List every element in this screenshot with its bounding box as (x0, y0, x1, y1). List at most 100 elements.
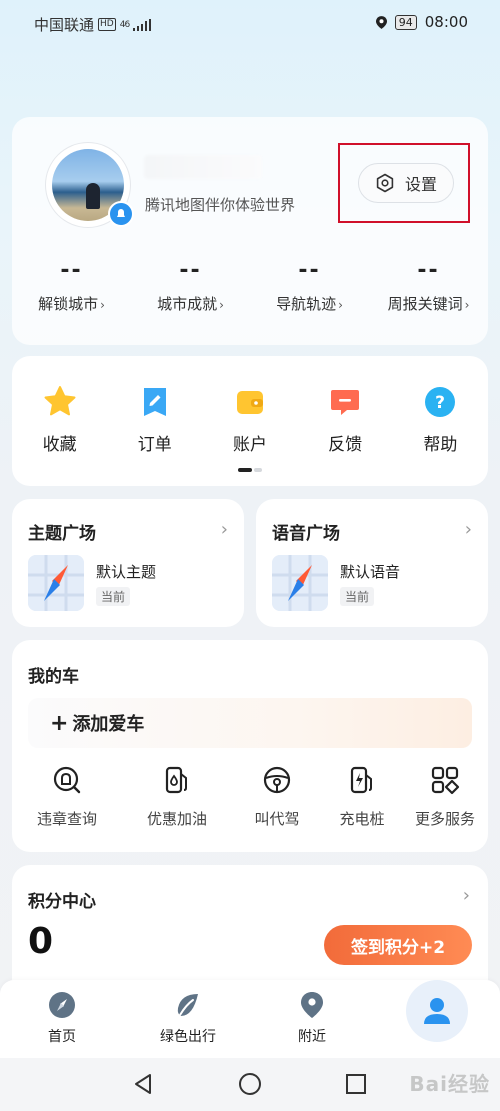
tab-home[interactable]: 首页 (12, 990, 112, 1046)
theme-square-card[interactable]: 主题广场 › 默认主题 当前 (12, 499, 244, 627)
carrier-name: 中国联通 (34, 16, 95, 34)
system-navigation-bar: Bai经验 (0, 1058, 500, 1111)
tab-green-travel[interactable]: 绿色出行 (138, 990, 238, 1046)
stat-label: 导航轨迹 (276, 295, 337, 313)
quick-action-label: 订单 (137, 435, 172, 455)
violation-icon (53, 766, 81, 794)
tab-nearby[interactable]: 附近 (262, 990, 362, 1046)
stat-value: -- (298, 258, 321, 283)
quick-action-feedback[interactable]: 反馈 (298, 384, 393, 455)
battery-indicator: 94 (394, 14, 417, 30)
quick-action-label: 收藏 (42, 435, 77, 455)
leaf-icon (177, 994, 198, 1016)
chevron-right-icon: › (338, 298, 343, 312)
stat-value: -- (60, 258, 83, 283)
home-circle-icon[interactable] (238, 1072, 262, 1096)
current-tag: 当前 (96, 587, 131, 606)
fuel-icon (165, 766, 187, 794)
profile-slogan: 腾讯地图伴你体验世界 (145, 196, 296, 214)
add-car-label: 添加爱车 (72, 714, 145, 735)
svg-text:?: ? (435, 393, 445, 413)
location-status-icon (375, 15, 387, 29)
hd-badge: HD (98, 18, 116, 31)
star-icon (44, 386, 76, 416)
feedback-icon (331, 390, 360, 415)
compass-map-icon (28, 555, 84, 611)
tab-label: 附近 (298, 1029, 326, 1045)
theme-current-name: 默认主题 (96, 563, 157, 581)
stat-weekly-keywords[interactable]: -- 周报关键词 › (369, 255, 488, 314)
user-profile-icon (424, 998, 450, 1024)
recent-apps-square-icon[interactable] (344, 1072, 368, 1096)
clock: 08:00 (424, 13, 468, 31)
quick-actions-card: 收藏 订单 账户 反馈 ? 帮助 (12, 356, 488, 486)
chevron-right-icon: › (220, 519, 228, 540)
service-designated-driver[interactable]: 叫代驾 (232, 764, 322, 829)
plus-icon: + (50, 710, 69, 736)
help-icon: ? (425, 387, 456, 417)
stat-value: -- (417, 258, 440, 283)
voice-thumbnail (272, 555, 328, 611)
stat-nav-tracks[interactable]: -- 导航轨迹 › (250, 255, 369, 314)
points-title: 积分中心 (28, 892, 96, 912)
page-dot (254, 468, 262, 472)
location-pin-icon (301, 992, 323, 1018)
points-value: 0 (28, 921, 54, 962)
stat-unlocked-cities[interactable]: -- 解锁城市 › (12, 255, 131, 314)
compass-map-icon (272, 555, 328, 611)
service-charging[interactable]: 充电桩 (322, 764, 402, 829)
steering-wheel-icon (263, 766, 291, 794)
voice-square-card[interactable]: 语音广场 › 默认语音 当前 (256, 499, 488, 627)
back-triangle-icon[interactable] (131, 1072, 155, 1096)
username-blurred (144, 155, 262, 179)
tab-label: 首页 (48, 1029, 76, 1045)
page-indicator (238, 468, 262, 472)
stat-label: 周报关键词 (387, 295, 463, 313)
stat-city-achievements[interactable]: -- 城市成就 › (131, 255, 250, 314)
tab-me[interactable] (406, 980, 468, 1042)
chevron-right-icon: › (219, 298, 224, 312)
voice-square-title: 语音广场 (272, 524, 340, 544)
chevron-right-icon: › (464, 298, 470, 312)
service-more[interactable]: 更多服务 (402, 764, 488, 829)
quick-action-label: 账户 (232, 435, 267, 455)
settings-button[interactable]: 设置 (358, 163, 454, 203)
quick-action-label: 反馈 (328, 435, 363, 455)
add-car-button[interactable]: + 添加爱车 (28, 698, 472, 748)
chevron-right-icon: › (462, 885, 470, 906)
stat-label: 解锁城市 (38, 295, 99, 313)
charging-icon (350, 766, 372, 794)
service-label: 违章查询 (36, 810, 97, 828)
signin-points-button[interactable]: 签到积分+2 (324, 925, 472, 965)
watermark: Bai经验 (409, 1072, 490, 1096)
profile-card: 腾讯地图伴你体验世界 设置 -- 解锁城市 › -- 城市成就 › -- 导航轨迹 ›… (12, 117, 488, 345)
settings-label: 设置 (404, 175, 437, 194)
theme-thumbnail (28, 555, 84, 611)
stat-label: 城市成就 (157, 295, 218, 313)
theme-square-title: 主题广场 (28, 524, 96, 544)
signal-strength-icon (133, 18, 152, 31)
service-violation-query[interactable]: 违章查询 (12, 764, 122, 829)
service-fuel-discount[interactable]: 优惠加油 (122, 764, 232, 829)
more-services-icon (431, 766, 460, 795)
quick-action-help[interactable]: ? 帮助 (393, 384, 488, 455)
my-car-title: 我的车 (28, 667, 79, 687)
wallet-icon (236, 391, 263, 414)
chevron-right-icon: › (100, 298, 105, 312)
chevron-right-icon: › (464, 519, 472, 540)
quick-action-account[interactable]: 账户 (202, 384, 297, 455)
order-icon (143, 388, 166, 416)
service-label: 充电桩 (339, 810, 385, 828)
voice-current-name: 默认语音 (340, 563, 401, 581)
service-label: 叫代驾 (254, 810, 300, 828)
settings-gear-icon (376, 173, 394, 193)
avatar-badge-icon (108, 201, 134, 227)
avatar[interactable] (46, 143, 134, 227)
avatar-person (86, 183, 100, 209)
current-tag: 当前 (340, 587, 375, 606)
compass-icon (49, 992, 75, 1018)
stat-value: -- (179, 258, 202, 283)
quick-action-orders[interactable]: 订单 (107, 384, 202, 455)
network-type: 46 (119, 19, 131, 30)
quick-action-favorites[interactable]: 收藏 (12, 384, 107, 455)
